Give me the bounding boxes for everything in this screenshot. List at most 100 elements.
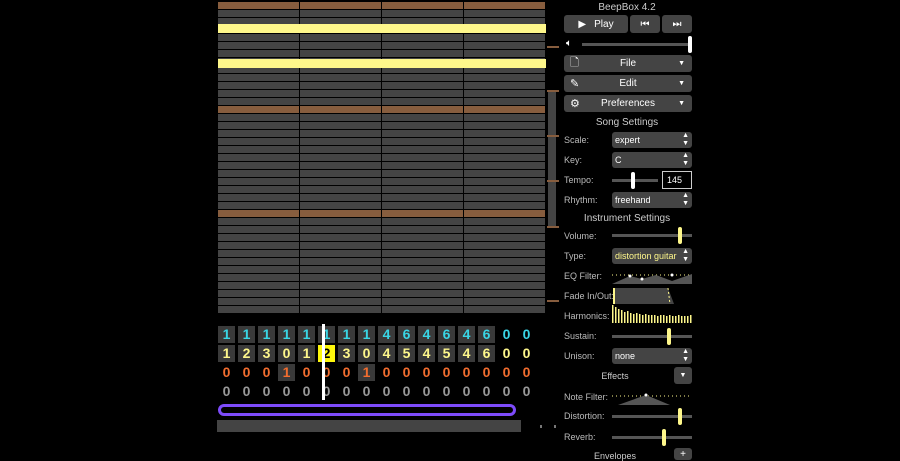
- pitch-cell[interactable]: [382, 202, 463, 209]
- pitch-cell[interactable]: [218, 170, 299, 177]
- pitch-cell[interactable]: [300, 82, 381, 89]
- pitch-cell[interactable]: [218, 218, 299, 225]
- pitch-cell[interactable]: [300, 10, 381, 17]
- eq-filter-graph[interactable]: [612, 270, 692, 284]
- pitch-cell[interactable]: [464, 266, 545, 273]
- pitch-cell[interactable]: [218, 42, 299, 49]
- pattern-number[interactable]: 0: [278, 345, 295, 362]
- octave-scrollbar[interactable]: [547, 0, 559, 316]
- pitch-cell[interactable]: [218, 138, 299, 145]
- pitch-cell[interactable]: [218, 250, 299, 257]
- pattern-number[interactable]: 0: [338, 364, 355, 381]
- pitch-cell[interactable]: [218, 258, 299, 265]
- pattern-number[interactable]: 0: [258, 383, 275, 400]
- pattern-number[interactable]: 0: [358, 383, 375, 400]
- pitch-row[interactable]: [217, 234, 547, 241]
- pitch-cell[interactable]: [464, 122, 545, 129]
- pitch-row[interactable]: [217, 282, 547, 289]
- pitch-row[interactable]: [217, 98, 547, 105]
- pattern-number[interactable]: 1: [298, 345, 315, 362]
- pitch-cell[interactable]: [464, 202, 545, 209]
- pitch-cell[interactable]: [300, 146, 381, 153]
- pitch-cell[interactable]: [464, 98, 545, 105]
- pitch-cell[interactable]: [218, 114, 299, 121]
- pitch-cell[interactable]: [464, 74, 545, 81]
- pitch-cell[interactable]: [464, 2, 545, 9]
- pitch-cell[interactable]: [218, 162, 299, 169]
- tempo-input[interactable]: 145: [662, 171, 692, 189]
- pattern-number[interactable]: 0: [318, 364, 335, 381]
- pitch-cell[interactable]: [382, 42, 463, 49]
- pitch-cell[interactable]: [218, 146, 299, 153]
- pitch-cell[interactable]: [382, 266, 463, 273]
- pitch-cell[interactable]: [300, 130, 381, 137]
- pitch-cell[interactable]: [218, 154, 299, 161]
- pitch-cell[interactable]: [464, 258, 545, 265]
- pitch-cell[interactable]: [218, 90, 299, 97]
- pattern-number[interactable]: 5: [438, 345, 455, 362]
- rhythm-select[interactable]: freehand ▲ ▼: [612, 192, 692, 208]
- pitch-cell[interactable]: [464, 90, 545, 97]
- pitch-cell[interactable]: [218, 82, 299, 89]
- pitch-row[interactable]: [217, 194, 547, 201]
- pitch-cell[interactable]: [464, 290, 545, 297]
- pitch-cell[interactable]: [218, 226, 299, 233]
- pitch-cell[interactable]: [300, 178, 381, 185]
- pitch-cell[interactable]: [382, 10, 463, 17]
- pitch-cell[interactable]: [300, 106, 381, 113]
- pitch-cell[interactable]: [382, 186, 463, 193]
- fade-graph[interactable]: [612, 286, 692, 304]
- pattern-number[interactable]: 0: [458, 364, 475, 381]
- pitch-cell[interactable]: [300, 234, 381, 241]
- instrument-type-select[interactable]: distortion guitar ▲ ▼: [612, 248, 692, 264]
- pitch-cell[interactable]: [382, 154, 463, 161]
- pattern-number[interactable]: 1: [358, 326, 375, 343]
- key-select[interactable]: C ▲ ▼: [612, 152, 692, 168]
- pattern-number[interactable]: 6: [478, 326, 495, 343]
- pitch-row[interactable]: [217, 42, 547, 49]
- pitch-cell[interactable]: [300, 114, 381, 121]
- pitch-cell[interactable]: [300, 34, 381, 41]
- pitch-cell[interactable]: [464, 106, 545, 113]
- pitch-cell[interactable]: [300, 266, 381, 273]
- pattern-editor[interactable]: [217, 0, 547, 316]
- pitch-cell[interactable]: [218, 290, 299, 297]
- pattern-number[interactable]: 0: [398, 383, 415, 400]
- edit-menu[interactable]: ✎ Edit ▼: [564, 75, 692, 92]
- pitch-cell[interactable]: [464, 274, 545, 281]
- track-editor[interactable]: 1111111146464600123012304545460000010001…: [217, 324, 557, 404]
- pitch-cell[interactable]: [382, 210, 463, 217]
- harmonics-graph[interactable]: [612, 305, 692, 323]
- pitch-cell[interactable]: [300, 2, 381, 9]
- pitch-row[interactable]: [217, 170, 547, 177]
- pitch-cell[interactable]: [464, 242, 545, 249]
- pitch-cell[interactable]: [382, 114, 463, 121]
- pattern-number[interactable]: 0: [518, 345, 535, 362]
- pitch-cell[interactable]: [382, 274, 463, 281]
- pitch-cell[interactable]: [300, 226, 381, 233]
- pitch-row[interactable]: [217, 226, 547, 233]
- pitch-cell[interactable]: [218, 106, 299, 113]
- pitch-cell[interactable]: [464, 234, 545, 241]
- pitch-cell[interactable]: [300, 306, 381, 313]
- pattern-number[interactable]: 0: [518, 383, 535, 400]
- pitch-row[interactable]: [217, 114, 547, 121]
- pattern-number[interactable]: 1: [238, 326, 255, 343]
- pitch-cell[interactable]: [382, 170, 463, 177]
- pitch-row[interactable]: [217, 138, 547, 145]
- pitch-row[interactable]: [217, 34, 547, 41]
- sustain-slider[interactable]: [612, 328, 692, 345]
- pitch-cell[interactable]: [382, 290, 463, 297]
- pitch-row[interactable]: [217, 290, 547, 297]
- pitch-row[interactable]: [217, 2, 547, 9]
- master-volume-knob[interactable]: [688, 36, 692, 53]
- pitch-cell[interactable]: [464, 298, 545, 305]
- pitch-row[interactable]: [217, 298, 547, 305]
- pattern-number[interactable]: 1: [278, 364, 295, 381]
- file-menu[interactable]: 🗋︎ File ▼: [564, 55, 692, 72]
- pitch-cell[interactable]: [464, 218, 545, 225]
- pitch-row[interactable]: [217, 178, 547, 185]
- pitch-cell[interactable]: [300, 194, 381, 201]
- pitch-cell[interactable]: [218, 2, 299, 9]
- pitch-cell[interactable]: [218, 178, 299, 185]
